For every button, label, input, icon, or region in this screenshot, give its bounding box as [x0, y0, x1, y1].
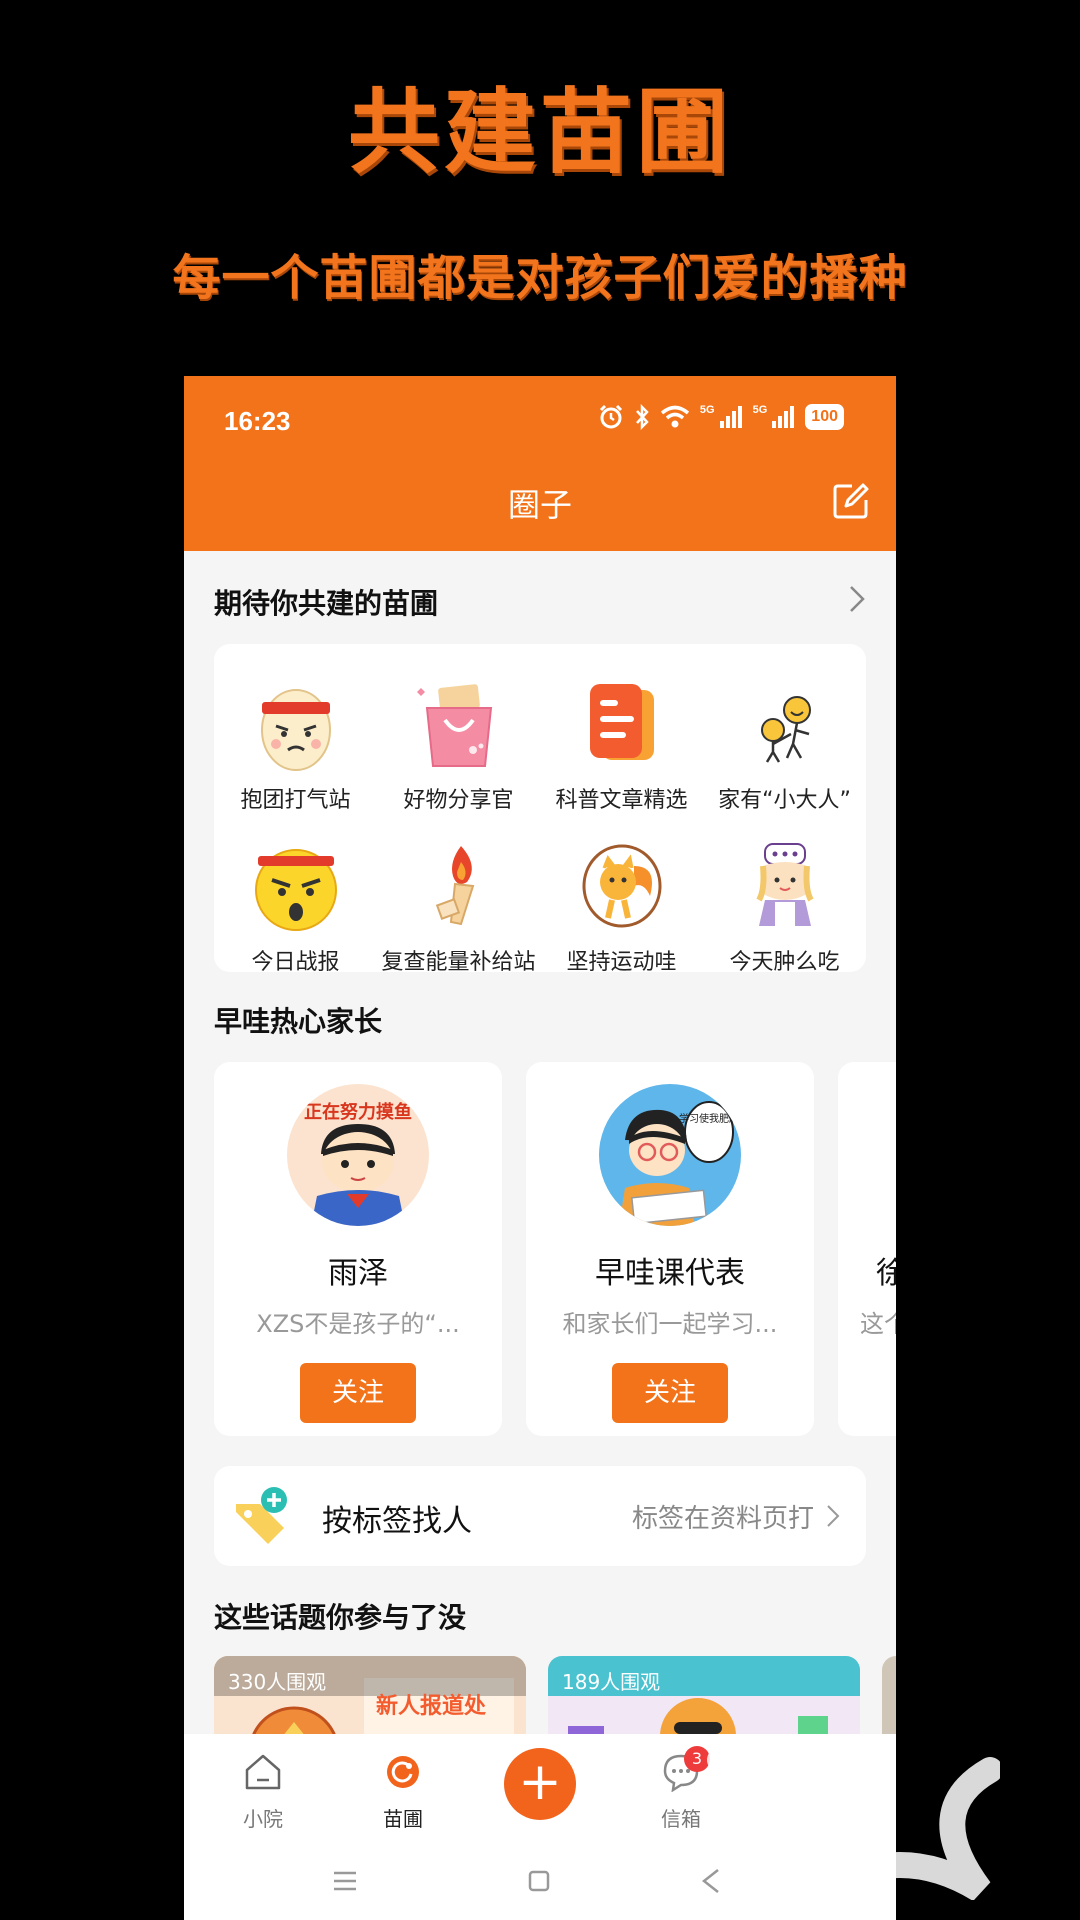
parents-carousel[interactable]: 正在努力摸鱼 雨泽 XZS不是孩子的“... 关注 学习使我肥胖 早哇课代表 和…: [214, 1062, 896, 1436]
nursery-icon: [387, 1756, 419, 1788]
signal-1-label: 5G: [699, 404, 715, 416]
nursery-item[interactable]: 复查能量补给站: [377, 836, 540, 976]
article-icon: [589, 684, 654, 760]
nursery-item[interactable]: 坚持运动哇: [540, 836, 703, 976]
tag-plus-icon: [236, 1487, 287, 1544]
promo-title: 共建苗圃: [347, 79, 732, 186]
menu-icon[interactable]: [328, 1864, 362, 1898]
topic-caption: 新人报道处: [376, 1694, 487, 1719]
parent-card[interactable]: 正在努力摸鱼 雨泽 XZS不是孩子的“... 关注: [214, 1062, 502, 1436]
wifi-icon: [660, 405, 690, 428]
chef-icon: [755, 843, 814, 926]
parent-name: 早哇课代表: [595, 1256, 745, 1291]
parents-section-title: 早哇热心家长: [214, 1005, 383, 1038]
torch-icon: [435, 846, 474, 926]
battery-indicator: 100: [805, 404, 844, 430]
nursery-item-label: 家有“小大人”: [718, 788, 851, 813]
home-square-icon[interactable]: [522, 1864, 556, 1898]
shopping-bag-icon: [416, 684, 492, 767]
follow-button[interactable]: 关注: [612, 1363, 728, 1423]
parent-name: 徐: [876, 1256, 896, 1291]
phone-screen: 16:23 5G 5G 100 圈子 期待你共建的苗圃 抱团打气站 好物分享官 …: [184, 376, 896, 1920]
nav-label: 苗圃: [383, 1807, 423, 1831]
status-time: 16:23: [224, 406, 291, 436]
egg-headband-icon: [260, 689, 331, 771]
nursery-item-label: 复查能量补给站: [381, 950, 536, 975]
signal-2-label: 5G: [752, 404, 768, 416]
parent-bio: XZS不是孩子的“...: [256, 1310, 460, 1338]
angry-emoji-icon: [254, 849, 337, 931]
nursery-item[interactable]: 好物分享官: [377, 674, 540, 814]
follow-button[interactable]: 关注: [300, 1363, 416, 1423]
parent-bio: 和家长们一起学习...: [562, 1310, 778, 1338]
nursery-item-label: 科普文章精选: [555, 788, 688, 813]
nursery-item-label: 抱团打气站: [240, 788, 351, 813]
nursery-item[interactable]: 今日战报: [214, 836, 377, 976]
parent-card[interactable]: 徐 这个: [838, 1062, 896, 1436]
signal-icon: [719, 406, 742, 428]
chevron-right-icon[interactable]: [846, 584, 868, 614]
bluetooth-icon: [635, 404, 649, 430]
nursery-section-title: 期待你共建的苗圃: [214, 587, 439, 620]
topics-section-title: 这些话题你参与了没: [214, 1601, 467, 1634]
nav-label: 小院: [243, 1807, 283, 1831]
nav-item-home[interactable]: 小院: [218, 1752, 308, 1832]
alarm-icon: [599, 404, 622, 429]
nursery-item[interactable]: 抱团打气站: [214, 674, 377, 814]
signal-icon-2: [772, 406, 795, 428]
parent-card[interactable]: 学习使我肥胖 早哇课代表 和家长们一起学习... 关注: [526, 1062, 814, 1436]
kids-icon: [760, 696, 811, 763]
watermark-graphic: [707, 1747, 1000, 1900]
find-by-tag-label: 按标签找人: [322, 1504, 472, 1539]
plus-icon: +: [518, 1752, 562, 1812]
topic-views: 330人围观: [228, 1670, 327, 1694]
home-icon: [245, 1754, 281, 1790]
status-icons: 5G 5G 100: [598, 404, 844, 430]
find-by-tag-bar[interactable]: 按标签找人 标签在资料页打: [214, 1466, 866, 1566]
app-bar: 16:23 5G 5G 100 圈子: [184, 376, 896, 551]
find-by-tag-hint: 标签在资料页打: [631, 1504, 814, 1534]
nursery-item-label: 坚持运动哇: [566, 950, 677, 975]
avatar[interactable]: 学习使我肥胖: [599, 1084, 741, 1226]
parent-bio: 这个: [860, 1310, 896, 1338]
page-title: 圈子: [507, 486, 572, 524]
nursery-item[interactable]: 科普文章精选: [540, 674, 703, 814]
add-post-button[interactable]: +: [504, 1748, 576, 1820]
nursery-item[interactable]: 家有“小大人”: [703, 674, 866, 814]
avatar-caption: 正在努力摸鱼: [304, 1101, 412, 1123]
parent-name: 雨泽: [328, 1256, 388, 1291]
nursery-item-label: 今天肿么吃: [729, 950, 840, 975]
avatar[interactable]: 正在努力摸鱼: [287, 1084, 429, 1226]
topic-views: 189人围观: [562, 1670, 661, 1694]
nursery-item[interactable]: 今天肿么吃: [703, 836, 866, 976]
nursery-grid: 抱团打气站 好物分享官 科普文章精选 家有“小大人” 今日战报 复查能量补给站 …: [214, 644, 866, 975]
nav-item-nursery[interactable]: 苗圃: [358, 1752, 448, 1832]
promo-subtitle: 每一个苗圃都是对孩子们爱的播种: [172, 250, 908, 306]
nursery-item-label: 好物分享官: [403, 788, 514, 813]
squirrel-rope-icon: [582, 844, 661, 928]
chevron-right-icon: [827, 1505, 840, 1527]
avatar-caption: 学习使我肥胖: [679, 1112, 739, 1125]
edit-icon[interactable]: [832, 482, 870, 520]
nursery-item-label: 今日战报: [251, 950, 340, 975]
